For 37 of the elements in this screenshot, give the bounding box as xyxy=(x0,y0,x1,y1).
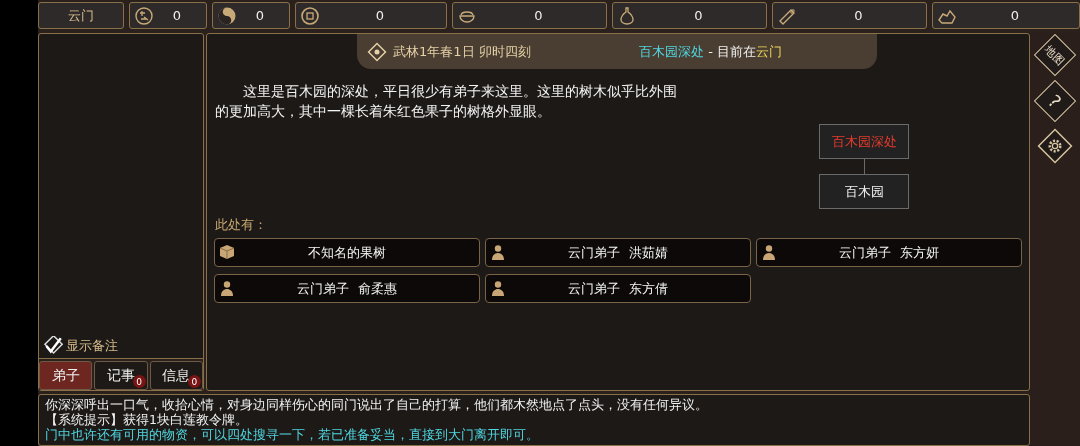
location-title: 百木园深处 - 目前在云门 xyxy=(639,42,782,61)
map-button[interactable]: 地图 xyxy=(1033,33,1077,77)
entity-button[interactable]: 云门弟子 东方妍 xyxy=(756,238,1022,267)
resource-value: 0 xyxy=(171,8,183,23)
sect-label: 云门 xyxy=(38,2,124,29)
log-line: 门中也许还有可用的物资，可以四处搜寻一下，若已准备妥当，直接到大门离开即可。 xyxy=(45,427,540,442)
checkbox-icon xyxy=(43,336,63,356)
resource-value: 0 xyxy=(1009,8,1021,23)
yin-yang-icon xyxy=(217,5,237,26)
coin-icon xyxy=(300,5,320,26)
section-title: 此处有： xyxy=(215,216,268,234)
entity-button[interactable]: 云门弟子 洪茹婧 xyxy=(485,238,751,267)
map-node[interactable]: 百木园 xyxy=(819,174,909,209)
help-button[interactable]: ? xyxy=(1033,79,1077,123)
tab[interactable]: 弟子 xyxy=(39,361,93,390)
map-node[interactable]: 百木园深处 xyxy=(819,124,909,159)
gourd-icon xyxy=(617,5,637,26)
resource-value: 0 xyxy=(533,8,544,23)
person-icon xyxy=(761,244,777,260)
location-description: 这里是百木园的深处，平日很少有弟子来这里。这里的树木似乎比外围的更加高大，其中一棵长着朱红色果子的树格外显眼。 xyxy=(215,82,677,121)
resource-value: 0 xyxy=(254,8,266,23)
compass-icon xyxy=(367,41,387,62)
seal-icon xyxy=(134,5,154,26)
count-badge: 0 xyxy=(188,375,201,388)
person-icon xyxy=(219,280,235,296)
entity-button[interactable]: 云门弟子 东方倩 xyxy=(485,274,751,303)
person-icon xyxy=(490,244,506,260)
log-line: 【系统提示】获得1块白莲教令牌。 xyxy=(45,412,249,427)
entity-button[interactable]: 云门弟子 俞柔惠 xyxy=(214,274,480,303)
date-time: 武林1年春1日 卯时四刻 xyxy=(393,42,532,61)
box-icon xyxy=(219,244,235,260)
resource-value: 0 xyxy=(374,8,386,23)
person-icon xyxy=(490,280,506,296)
resource-value: 0 xyxy=(853,8,864,23)
log-line: 你深深呼出一口气，收拾心情，对身边同样伤心的同门说出了自己的打算，他们都木然地点了点头，没有任何异议。 xyxy=(45,397,709,412)
resource-value: 0 xyxy=(693,8,704,23)
entity-button[interactable]: 不知名的果树 xyxy=(214,238,480,267)
